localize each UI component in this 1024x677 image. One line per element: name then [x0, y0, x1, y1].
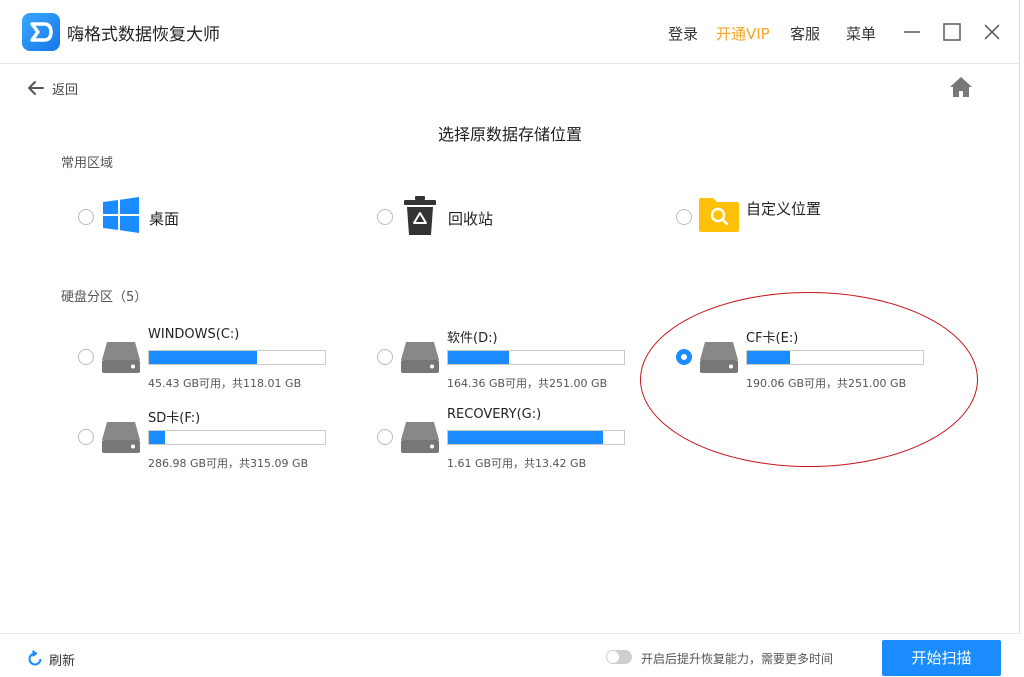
vip-link[interactable]: 开通VIP	[716, 23, 770, 44]
refresh-label: 刷新	[49, 654, 76, 669]
enhanced-scan-label: 开启后提升恢复能力，需要更多时间	[641, 652, 834, 666]
usage-bar-fill	[149, 351, 258, 364]
arrow-left-icon	[28, 81, 44, 95]
login-link[interactable]: 登录	[668, 23, 698, 44]
drive-d-radio[interactable]	[377, 349, 393, 365]
enhanced-scan-toggle[interactable]	[606, 650, 632, 664]
start-scan-button[interactable]: 开始扫描	[882, 640, 1001, 676]
drive-g-radio[interactable]	[377, 429, 393, 445]
drive-g-usage-bar	[447, 430, 625, 445]
minimize-icon[interactable]	[900, 20, 924, 44]
disk-partitions-label: 硬盘分区（5）	[61, 290, 148, 305]
custom-location-radio[interactable]	[676, 209, 692, 225]
drive-c-radio[interactable]	[78, 349, 94, 365]
title-bar: 嗨格式数据恢复大师 登录 开通VIP 客服 菜单	[0, 0, 1020, 64]
folder-search-icon	[699, 198, 739, 232]
toggle-knob	[607, 651, 619, 663]
usage-bar-fill	[448, 431, 603, 444]
hard-drive-icon	[401, 342, 439, 373]
drive-c-usage-bar	[148, 350, 326, 365]
refresh-icon	[28, 650, 42, 666]
app-title: 嗨格式数据恢复大师	[67, 25, 220, 45]
hard-drive-icon	[401, 422, 439, 453]
common-area-label: 常用区域	[61, 156, 114, 171]
custom-location-label[interactable]: 自定义位置	[746, 198, 821, 219]
drive-f-name: SD卡(F:)	[148, 411, 201, 426]
maximize-icon[interactable]	[940, 20, 964, 44]
recycle-bin-label[interactable]: 回收站	[448, 208, 493, 229]
menu-link[interactable]: 菜单	[846, 23, 876, 44]
page-title: 选择原数据存储位置	[437, 125, 582, 144]
windows-icon	[103, 197, 139, 233]
annotation-ellipse	[640, 292, 978, 467]
customer-service-link[interactable]: 客服	[790, 23, 820, 44]
app-logo-icon	[22, 13, 60, 51]
drive-g-info: 1.61 GB可用，共13.42 GB	[447, 457, 587, 470]
drive-f-usage-bar	[148, 430, 326, 445]
drive-c-name: WINDOWS(C:)	[148, 327, 240, 342]
home-icon[interactable]	[949, 76, 973, 98]
drive-f-radio[interactable]	[78, 429, 94, 445]
footer-bar: 刷新 开启后提升恢复能力，需要更多时间 开始扫描	[0, 633, 1020, 677]
drive-c-info: 45.43 GB可用，共118.01 GB	[148, 377, 302, 390]
recycle-bin-radio[interactable]	[377, 209, 393, 225]
usage-bar-fill	[149, 431, 165, 444]
drive-d-info: 164.36 GB可用，共251.00 GB	[447, 377, 608, 390]
drive-d-usage-bar	[447, 350, 625, 365]
drive-d-name: 软件(D:)	[447, 331, 498, 346]
usage-bar-fill	[448, 351, 509, 364]
hard-drive-icon	[102, 342, 140, 373]
app-window: 嗨格式数据恢复大师 登录 开通VIP 客服 菜单 返回 选择原数据存储位置 常用…	[0, 0, 1020, 677]
desktop-label[interactable]: 桌面	[149, 208, 179, 229]
drive-g-name: RECOVERY(G:)	[447, 407, 542, 422]
close-icon[interactable]	[980, 20, 1004, 44]
recycle-bin-icon	[404, 196, 436, 235]
back-label: 返回	[52, 83, 79, 98]
drive-f-info: 286.98 GB可用，共315.09 GB	[148, 457, 309, 470]
desktop-radio[interactable]	[78, 209, 94, 225]
hard-drive-icon	[102, 422, 140, 453]
